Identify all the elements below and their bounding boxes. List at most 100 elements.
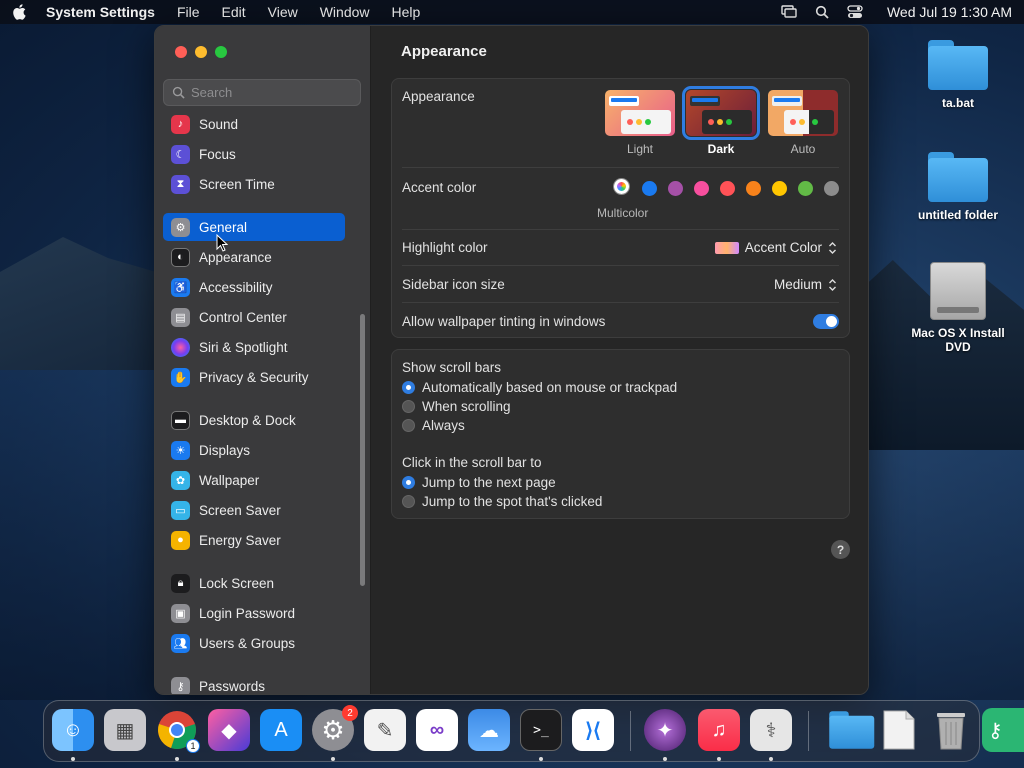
- sidebar-icon-size-value: Medium: [773, 277, 822, 292]
- dock-app-vscode[interactable]: ⟩⟨: [572, 709, 614, 751]
- sidebar-icon-size-select[interactable]: Medium: [774, 277, 837, 292]
- dock-overflow-app[interactable]: ⚷: [982, 708, 1024, 752]
- login-password-icon: ▣: [171, 603, 190, 623]
- click-option-next-page[interactable]: Jump to the next page: [402, 475, 556, 490]
- sidebar-item-appearance[interactable]: ◐ Appearance: [163, 243, 345, 271]
- radio-label: Automatically based on mouse or trackpad: [422, 380, 678, 395]
- sidebar-item-sound[interactable]: ♪ Sound: [163, 110, 345, 138]
- sidebar-item-privacy-security[interactable]: ✋ Privacy & Security: [163, 363, 345, 391]
- sidebar-item-label: Login Password: [199, 605, 296, 621]
- apple-icon[interactable]: [12, 4, 26, 20]
- help-button[interactable]: ?: [831, 540, 850, 559]
- accent-color-yellow[interactable]: [772, 181, 787, 196]
- accent-color-graphite[interactable]: [824, 181, 839, 196]
- sidebar-item-screen-saver[interactable]: ▭ Screen Saver: [163, 496, 345, 524]
- radio-unselected[interactable]: [402, 400, 415, 413]
- sidebar-item-login-password[interactable]: ▣ Login Password: [163, 599, 345, 627]
- sidebar-item-label: Sound: [199, 116, 239, 132]
- sidebar-item-passwords[interactable]: ⚷ Passwords: [163, 672, 345, 694]
- dock-item-folder[interactable]: [824, 709, 875, 751]
- dock-app-tor-browser[interactable]: ✦: [644, 709, 686, 751]
- theme-option-light[interactable]: Light: [603, 90, 677, 156]
- radio-unselected[interactable]: [402, 419, 415, 432]
- sidebar-item-desktop-dock[interactable]: ▬ Desktop & Dock: [163, 406, 345, 434]
- dock-app-terminal[interactable]: >_: [520, 709, 562, 751]
- menu-help[interactable]: Help: [392, 4, 421, 20]
- sidebar-item-screen-time[interactable]: ⧗ Screen Time: [163, 170, 345, 198]
- desktop-item-ta-bat[interactable]: ta.bat: [903, 40, 1013, 110]
- lock-icon: 🔒︎: [171, 573, 190, 593]
- radio-selected[interactable]: [402, 476, 415, 489]
- menu-view[interactable]: View: [268, 4, 298, 20]
- click-scroll-bar-label: Click in the scroll bar to: [402, 455, 542, 470]
- dock-app-launchpad[interactable]: ▦: [104, 709, 146, 751]
- sidebar-item-siri-spotlight[interactable]: Siri & Spotlight: [163, 333, 345, 361]
- control-center-icon[interactable]: [847, 5, 863, 19]
- accent-color-purple[interactable]: [668, 181, 683, 196]
- menu-clock[interactable]: Wed Jul 19 1:30 AM: [887, 4, 1012, 20]
- shortcuts-icon: ◆: [221, 719, 237, 742]
- accent-color-pink[interactable]: [694, 181, 709, 196]
- sidebar-item-lock-screen[interactable]: 🔒︎ Lock Screen: [163, 569, 345, 597]
- sidebar-item-users-groups[interactable]: 👥︎ Users & Groups: [163, 629, 345, 657]
- highlight-color-select[interactable]: Accent Color: [714, 240, 837, 255]
- dock-app-disk-utility[interactable]: ⚕: [750, 709, 792, 751]
- dock-app-music[interactable]: ♫: [698, 709, 740, 751]
- menu-window[interactable]: Window: [320, 4, 370, 20]
- dock-app-app-store[interactable]: A: [260, 709, 302, 751]
- dock-app-textedit[interactable]: ✎: [364, 709, 406, 751]
- radio-unselected[interactable]: [402, 495, 415, 508]
- dock-app-shortcuts[interactable]: ◆: [208, 709, 250, 751]
- accent-color-multicolor[interactable]: [614, 179, 629, 194]
- dock-app-weather[interactable]: ☁: [468, 709, 510, 751]
- sidebar-scrollbar[interactable]: [360, 314, 365, 586]
- highlight-swatch: [714, 241, 739, 254]
- accent-color-blue[interactable]: [642, 181, 657, 196]
- radio-label: Jump to the spot that's clicked: [422, 494, 603, 509]
- theme-option-auto[interactable]: Auto: [766, 90, 840, 156]
- menu-file[interactable]: File: [177, 4, 200, 20]
- divider: [402, 265, 839, 266]
- scroll-option-automatic[interactable]: Automatically based on mouse or trackpad: [402, 380, 677, 395]
- appearance-label: Appearance: [402, 89, 475, 104]
- menu-edit[interactable]: Edit: [222, 4, 246, 20]
- sidebar-item-accessibility[interactable]: ♿ Accessibility: [163, 273, 345, 301]
- search-icon[interactable]: [815, 5, 829, 19]
- sidebar-item-energy-saver[interactable]: ● Energy Saver: [163, 526, 345, 554]
- radio-selected[interactable]: [402, 381, 415, 394]
- wallpaper-tinting-toggle[interactable]: [813, 314, 839, 329]
- accent-color-orange[interactable]: [746, 181, 761, 196]
- click-option-spot-clicked[interactable]: Jump to the spot that's clicked: [402, 494, 602, 509]
- dock-app-visual-studio[interactable]: ∞: [416, 709, 458, 751]
- dock-app-finder[interactable]: ☺: [52, 709, 94, 751]
- screen-mirroring-icon[interactable]: [781, 5, 797, 19]
- gear-icon: ⚙: [321, 714, 345, 745]
- scroll-option-when-scrolling[interactable]: When scrolling: [402, 399, 511, 414]
- minimize-button[interactable]: [195, 46, 207, 58]
- accent-color-green[interactable]: [798, 181, 813, 196]
- desktop-item-untitled-folder[interactable]: untitled folder: [903, 152, 1013, 222]
- sidebar-item-displays[interactable]: ☀ Displays: [163, 436, 345, 464]
- accent-color-red[interactable]: [720, 181, 735, 196]
- hourglass-icon: ⧗: [171, 174, 190, 194]
- sidebar-item-general[interactable]: ⚙ General: [163, 213, 345, 241]
- sidebar-item-wallpaper[interactable]: ✿ Wallpaper: [163, 466, 345, 494]
- menu-app-name[interactable]: System Settings: [46, 4, 155, 20]
- dock-app-chrome[interactable]: 1: [156, 709, 200, 753]
- scroll-option-always[interactable]: Always: [402, 418, 465, 433]
- dock-app-system-settings[interactable]: ⚙ 2: [312, 705, 358, 751]
- divider: [402, 229, 839, 230]
- close-button[interactable]: [175, 46, 187, 58]
- sidebar-item-control-center[interactable]: ▤ Control Center: [163, 303, 345, 331]
- desktop-item-install-dvd[interactable]: Mac OS X Install DVD: [903, 262, 1013, 354]
- dock-item-document[interactable]: [878, 709, 920, 751]
- search-input[interactable]: [191, 85, 351, 100]
- search-field[interactable]: [163, 79, 361, 106]
- zoom-button[interactable]: [215, 46, 227, 58]
- screen-saver-icon: ▭: [171, 500, 190, 520]
- sidebar-item-label: Passwords: [199, 678, 266, 694]
- divider: [402, 167, 839, 168]
- dock-item-trash[interactable]: [930, 709, 972, 751]
- sidebar-item-focus[interactable]: ☾ Focus: [163, 140, 345, 168]
- theme-option-dark[interactable]: Dark: [682, 86, 760, 156]
